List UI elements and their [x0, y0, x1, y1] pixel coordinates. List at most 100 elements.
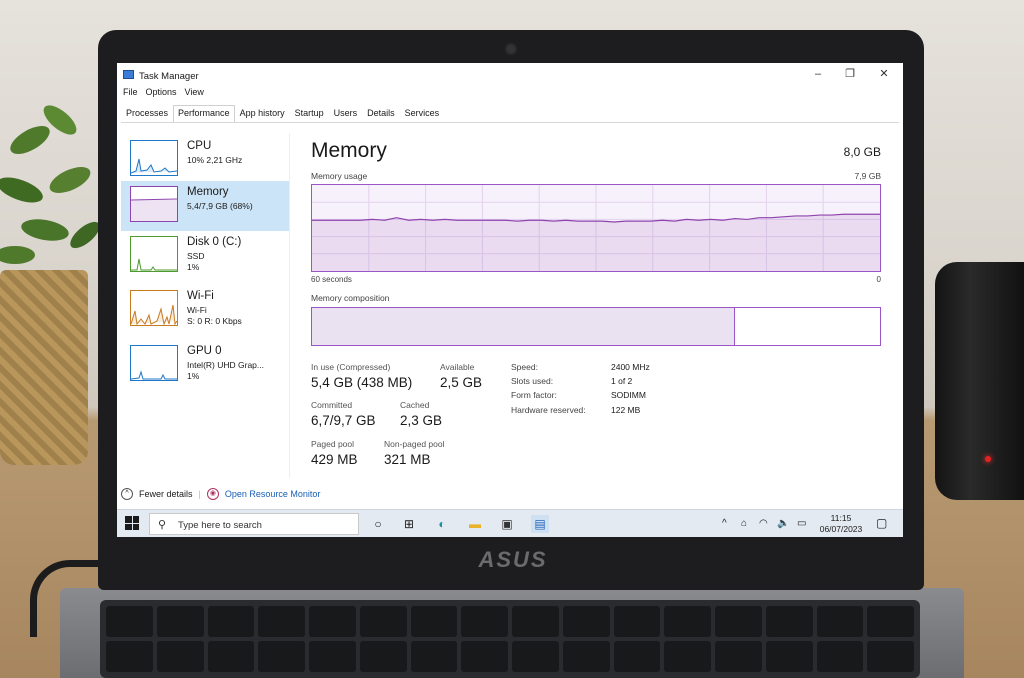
sidebar-item-memory[interactable]: Memory 5,4/7,9 GB (68%) [121, 181, 289, 231]
tab-app-history[interactable]: App history [235, 105, 290, 122]
stat-in-use: In use (Compressed) 5,4 GB (438 MB) [311, 362, 412, 390]
memory-thumbnail [130, 186, 178, 222]
perf-sidebar: CPU 10% 2,21 GHz Memory 5,4/7,9 GB (68%)… [121, 133, 290, 478]
sidebar-item-detail: 1% [187, 371, 200, 381]
fewer-details-link[interactable]: Fewer details [139, 489, 193, 499]
menu-file[interactable]: File [123, 87, 138, 101]
stat-label: Cached [400, 400, 430, 410]
wifi-thumbnail [130, 290, 178, 326]
task-view-icon[interactable]: ○ [369, 515, 387, 533]
open-resource-monitor-link[interactable]: Open Resource Monitor [225, 489, 321, 499]
stat-value: 2,3 GB [400, 413, 443, 428]
tab-processes[interactable]: Processes [121, 105, 173, 122]
separator: | [198, 489, 201, 499]
taskbar-clock[interactable]: 11:15 06/07/2023 [815, 513, 867, 535]
gpu-thumbnail [130, 345, 178, 381]
graph-time-label: 60 seconds [311, 275, 352, 284]
stat-available: Available 2,5 GB [440, 362, 482, 390]
info-form-factor-value: SODIMM [611, 390, 646, 400]
stat-value: 2,5 GB [440, 375, 483, 390]
widgets-icon[interactable]: ⊞ [400, 515, 418, 533]
stat-value: 5,4 GB (438 MB) [311, 375, 413, 390]
screen: Task Manager – ❐ ✕ File Options View Pro… [117, 63, 903, 537]
sidebar-item-detail: 5,4/7,9 GB (68%) [187, 201, 253, 211]
composition-in-use [312, 308, 736, 345]
memory-usage-area [312, 214, 880, 271]
sidebar-item-detail: 10% 2,21 GHz [187, 155, 243, 165]
stat-cached: Cached 2,3 GB [400, 400, 442, 428]
clock-date: 06/07/2023 [819, 524, 863, 534]
volume-icon[interactable]: 🔈 [777, 518, 789, 529]
stat-committed: Committed 6,7/9,7 GB [311, 400, 376, 428]
memory-usage-graph [311, 184, 881, 272]
wifi-icon[interactable]: ◠ [759, 518, 768, 529]
stat-label: Paged pool [311, 439, 355, 449]
task-manager-taskbar-icon[interactable]: ▤ [531, 515, 549, 533]
stat-value: 6,7/9,7 GB [311, 413, 376, 428]
sidebar-item-label: Memory [187, 186, 229, 198]
sidebar-item-detail: Wi-Fi [187, 305, 207, 315]
disk-thumbnail [130, 236, 178, 272]
memory-composition-label: Memory composition [311, 293, 390, 303]
battery-icon[interactable]: ▭ [797, 518, 806, 529]
info-slots-label: Slots used: [511, 376, 554, 386]
stat-label: Non-paged pool [384, 439, 445, 449]
sidebar-item-label: Disk 0 (C:) [187, 236, 242, 248]
tab-startup[interactable]: Startup [290, 105, 329, 122]
title-bar: Task Manager – ❐ ✕ [117, 63, 903, 85]
graph-zero-label: 0 [876, 275, 881, 284]
plant-basket [0, 270, 88, 465]
chevron-up-icon[interactable]: ^ [121, 488, 133, 500]
search-icon: ⚲ [158, 519, 167, 531]
sidebar-item-label: Wi-Fi [187, 290, 214, 302]
sidebar-item-disk[interactable]: Disk 0 (C:) SSD 1% [121, 231, 289, 281]
tab-details[interactable]: Details [362, 105, 400, 122]
menu-bar: File Options View [117, 87, 204, 101]
windows-start-icon[interactable] [125, 516, 139, 530]
info-slots-value: 1 of 2 [611, 376, 633, 386]
network-status-icon[interactable]: ⌂ [741, 518, 747, 529]
info-hw-reserved-label: Hardware reserved: [511, 405, 586, 415]
memory-total: 8,0 GB [843, 145, 881, 159]
file-explorer-icon[interactable]: ▬ [466, 515, 484, 533]
sidebar-item-cpu[interactable]: CPU 10% 2,21 GHz [121, 135, 289, 185]
memory-composition-bar [311, 307, 881, 346]
speaker-led [985, 456, 991, 462]
minimize-button[interactable]: – [807, 67, 829, 81]
info-speed-label: Speed: [511, 362, 538, 372]
menu-view[interactable]: View [185, 87, 204, 101]
maximize-button[interactable]: ❐ [839, 67, 861, 81]
tab-bar: Processes Performance App history Startu… [121, 105, 899, 123]
brand-logo: ASUS [478, 547, 548, 572]
sidebar-item-detail: SSD [187, 251, 205, 261]
sidebar-item-wifi[interactable]: Wi-Fi Wi-Fi S: 0 R: 0 Kbps [121, 285, 289, 335]
tab-users[interactable]: Users [329, 105, 363, 122]
tab-performance[interactable]: Performance [173, 105, 235, 122]
sidebar-item-detail: Intel(R) UHD Grap... [187, 360, 264, 370]
sidebar-item-detail: 1% [187, 262, 200, 272]
info-hw-reserved-value: 122 MB [611, 405, 641, 415]
notifications-icon[interactable]: ▢ [876, 516, 887, 530]
close-button[interactable]: ✕ [873, 67, 895, 81]
resource-monitor-icon[interactable]: ◉ [206, 488, 219, 500]
cpu-thumbnail [130, 140, 178, 176]
sidebar-item-label: CPU [187, 140, 212, 152]
stat-value: 321 MB [384, 452, 431, 467]
chevron-up-tray-icon[interactable]: ^ [722, 518, 727, 529]
tab-services[interactable]: Services [400, 105, 445, 122]
stat-label: Committed [311, 400, 353, 410]
page-title: Memory [311, 139, 387, 162]
webcam [505, 43, 517, 55]
menu-options[interactable]: Options [146, 87, 177, 101]
sidebar-item-gpu[interactable]: GPU 0 Intel(R) UHD Grap... 1% [121, 340, 289, 390]
speaker [935, 262, 1024, 500]
store-icon[interactable]: ▣ [498, 515, 516, 533]
taskbar-search[interactable]: ⚲ Type here to search [149, 513, 359, 535]
edge-icon[interactable]: ◐ [433, 515, 451, 533]
stat-label: In use (Compressed) [311, 362, 391, 372]
stat-non-paged-pool: Non-paged pool 321 MB [384, 439, 445, 467]
memory-usage-max: 7,9 GB [854, 171, 881, 181]
stat-value: 429 MB [311, 452, 358, 467]
window-title: Task Manager [139, 71, 199, 82]
sidebar-item-detail: S: 0 R: 0 Kbps [187, 316, 242, 326]
